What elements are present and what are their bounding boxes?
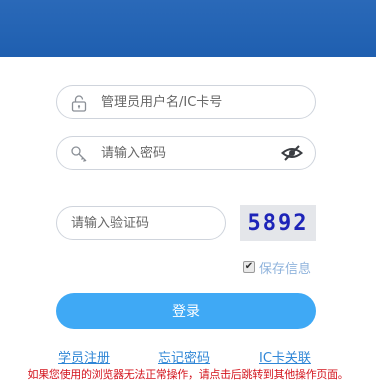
captcha-field (56, 206, 226, 240)
header-banner (0, 0, 376, 57)
remember-checkbox[interactable]: ✔ (243, 261, 255, 273)
remember-option[interactable]: ✔ 保存信息 (243, 258, 312, 277)
browser-notice[interactable]: 如果您使用的浏览器无法正常操作，请点击后跳转到其他操作页面。 (0, 366, 376, 382)
register-link[interactable]: 学员注册 (58, 347, 110, 366)
remember-label: 保存信息 (259, 261, 312, 277)
password-field (56, 136, 316, 170)
captcha-image[interactable]: 5892 (240, 205, 316, 241)
forgot-password-link[interactable]: 忘记密码 (158, 347, 210, 366)
username-input[interactable] (101, 86, 306, 118)
username-field (56, 85, 316, 119)
eye-slash-icon[interactable] (280, 144, 304, 162)
key-icon (70, 145, 88, 163)
login-button[interactable]: 登录 (56, 293, 316, 329)
ic-card-link[interactable]: IC卡关联 (259, 347, 311, 366)
password-input[interactable] (101, 137, 276, 169)
lock-icon (70, 94, 88, 112)
captcha-input[interactable] (71, 207, 221, 239)
